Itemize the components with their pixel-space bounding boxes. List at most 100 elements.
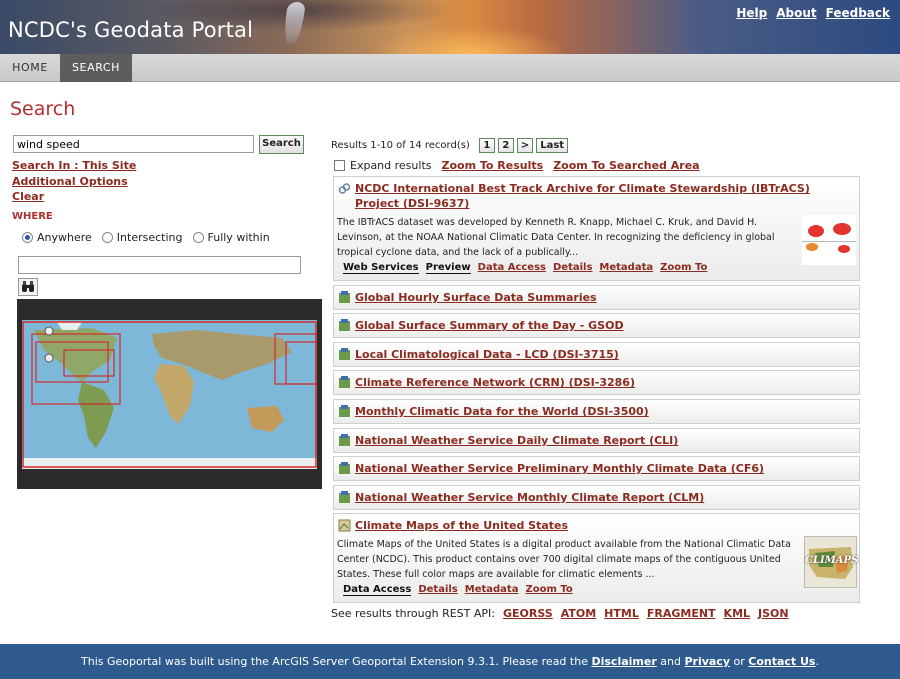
fragment-link[interactable]: FRAGMENT — [647, 607, 716, 620]
tab-home[interactable]: HOME — [0, 54, 60, 82]
expand-checkbox[interactable] — [334, 160, 345, 171]
help-link[interactable]: Help — [736, 6, 767, 20]
result-card: Climate Maps of the United States Climat… — [333, 513, 860, 603]
footer-and: and — [656, 655, 685, 668]
footer: This Geoportal was built using the ArcGI… — [0, 644, 900, 679]
json-link[interactable]: JSON — [758, 607, 789, 620]
zoom-in-icon[interactable] — [44, 326, 54, 336]
expand-row: Expand results Zoom To Results Zoom To S… — [334, 159, 700, 172]
result-description: The IBTrACS dataset was developed by Ken… — [337, 215, 775, 260]
dataset-icon — [339, 376, 350, 388]
tab-search[interactable]: SEARCH — [60, 54, 132, 82]
zoom-to-link[interactable]: Zoom To — [525, 584, 572, 596]
radio-intersecting[interactable] — [101, 232, 113, 243]
data-access-link[interactable]: Data Access — [478, 262, 546, 274]
dataset-icon — [339, 434, 350, 446]
map-document-icon — [338, 519, 351, 532]
zoom-to-results-link[interactable]: Zoom To Results — [442, 159, 544, 172]
description-line: Climate Maps of the United States is a d… — [337, 539, 791, 550]
zoom-out-icon[interactable] — [44, 353, 54, 363]
rest-api-label: See results through REST API: — [331, 607, 495, 620]
description-line: Levinson, at the NOAA National Climatic … — [337, 232, 775, 243]
disclaimer-link[interactable]: Disclaimer — [591, 655, 656, 668]
search-in-link[interactable]: Search In : This Site — [12, 159, 136, 172]
result-card: Local Climatological Data - LCD (DSI-371… — [333, 342, 860, 367]
search-button[interactable]: Search — [259, 135, 304, 154]
map-viewer[interactable] — [17, 299, 322, 489]
dataset-icon — [339, 405, 350, 417]
location-input[interactable] — [18, 256, 301, 274]
result-card: National Weather Service Preliminary Mon… — [333, 456, 860, 481]
result-card: National Weather Service Daily Climate R… — [333, 428, 860, 453]
result-card: Global Surface Summary of the Day - GSOD — [333, 313, 860, 338]
data-access-link[interactable]: Data Access — [343, 584, 412, 596]
details-link[interactable]: Details — [418, 584, 457, 596]
kml-link[interactable]: KML — [724, 607, 750, 620]
georss-link[interactable]: GEORSS — [503, 607, 553, 620]
dataset-icon — [339, 291, 350, 303]
zoom-to-searched-area-link[interactable]: Zoom To Searched Area — [553, 159, 699, 172]
details-link[interactable]: Details — [553, 262, 592, 274]
result-title[interactable]: National Weather Service Daily Climate R… — [355, 434, 678, 447]
result-card: National Weather Service Monthly Climate… — [333, 485, 860, 510]
metadata-link[interactable]: Metadata — [465, 584, 519, 596]
main-nav: HOME SEARCH — [0, 54, 900, 82]
description-line: The IBTrACS dataset was developed by Ken… — [337, 217, 758, 228]
web-services-link[interactable]: Web Services — [343, 262, 419, 274]
result-title[interactable]: Global Surface Summary of the Day - GSOD — [355, 319, 624, 332]
result-card: Climate Reference Network (CRN) (DSI-328… — [333, 370, 860, 395]
search-input[interactable] — [13, 135, 254, 153]
page-title: Search — [10, 98, 76, 120]
climaps-thumbnail: CLIMAPS — [804, 536, 859, 588]
result-title[interactable]: National Weather Service Monthly Climate… — [355, 491, 704, 504]
dataset-icon — [339, 462, 350, 474]
result-card: Monthly Climatic Data for the World (DSI… — [333, 399, 860, 424]
rest-api-row: See results through REST API: GEORSS ATO… — [331, 607, 789, 620]
result-title[interactable]: NCDC International Best Track Archive fo… — [355, 181, 855, 211]
clear-link[interactable]: Clear — [12, 190, 44, 203]
page-2-button[interactable]: 2 — [497, 138, 514, 153]
dataset-icon — [339, 348, 350, 360]
site-title: NCDC's Geodata Portal — [8, 18, 254, 42]
feedback-link[interactable]: Feedback — [826, 6, 890, 20]
page-1-button[interactable]: 1 — [478, 138, 495, 153]
radio-anywhere[interactable] — [22, 232, 33, 243]
where-radio-group: Anywhere Intersecting Fully within — [22, 231, 280, 244]
radio-anywhere-label: Anywhere — [37, 231, 92, 244]
dataset-thumbnail — [802, 215, 856, 265]
radio-fully-within-label: Fully within — [207, 231, 270, 244]
next-page-button[interactable]: > — [516, 138, 534, 153]
html-link[interactable]: HTML — [604, 607, 639, 620]
about-link[interactable]: About — [776, 6, 816, 20]
zoom-to-link[interactable]: Zoom To — [660, 262, 707, 274]
result-card: Global Hourly Surface Data Summaries — [333, 285, 860, 310]
additional-options-link[interactable]: Additional Options — [12, 175, 128, 188]
link-icon — [338, 183, 351, 194]
footer-text: This Geoportal was built using the ArcGI… — [81, 655, 592, 668]
result-title[interactable]: National Weather Service Preliminary Mon… — [355, 462, 764, 475]
result-title[interactable]: Local Climatological Data - LCD (DSI-371… — [355, 348, 619, 361]
description-line: Center (NCDC). This product contains ove… — [337, 554, 781, 565]
find-location-button[interactable] — [18, 278, 38, 296]
last-page-button[interactable]: Last — [536, 138, 569, 153]
result-title[interactable]: Global Hourly Surface Data Summaries — [355, 291, 597, 304]
description-line: States. These full color maps are availa… — [337, 569, 655, 580]
thumbnail-label: CLIMAPS — [805, 555, 859, 566]
binoculars-icon — [22, 281, 34, 292]
result-title[interactable]: Climate Maps of the United States — [355, 519, 568, 532]
result-title[interactable]: Monthly Climatic Data for the World (DSI… — [355, 405, 649, 418]
result-title[interactable]: Climate Reference Network (CRN) (DSI-328… — [355, 376, 635, 389]
top-links: Help About Feedback — [736, 6, 890, 20]
preview-link[interactable]: Preview — [425, 262, 471, 274]
atom-link[interactable]: ATOM — [561, 607, 596, 620]
where-label: WHERE — [12, 211, 53, 222]
footer-or: or — [730, 655, 749, 668]
description-line: tropical cyclone data, and the lack of a… — [337, 247, 579, 258]
radio-intersecting-label: Intersecting — [116, 231, 183, 244]
privacy-link[interactable]: Privacy — [684, 655, 730, 668]
world-map[interactable] — [22, 320, 317, 469]
metadata-link[interactable]: Metadata — [599, 262, 653, 274]
radio-fully-within[interactable] — [192, 232, 204, 243]
expand-label: Expand results — [350, 159, 432, 172]
contact-us-link[interactable]: Contact Us — [748, 655, 815, 668]
